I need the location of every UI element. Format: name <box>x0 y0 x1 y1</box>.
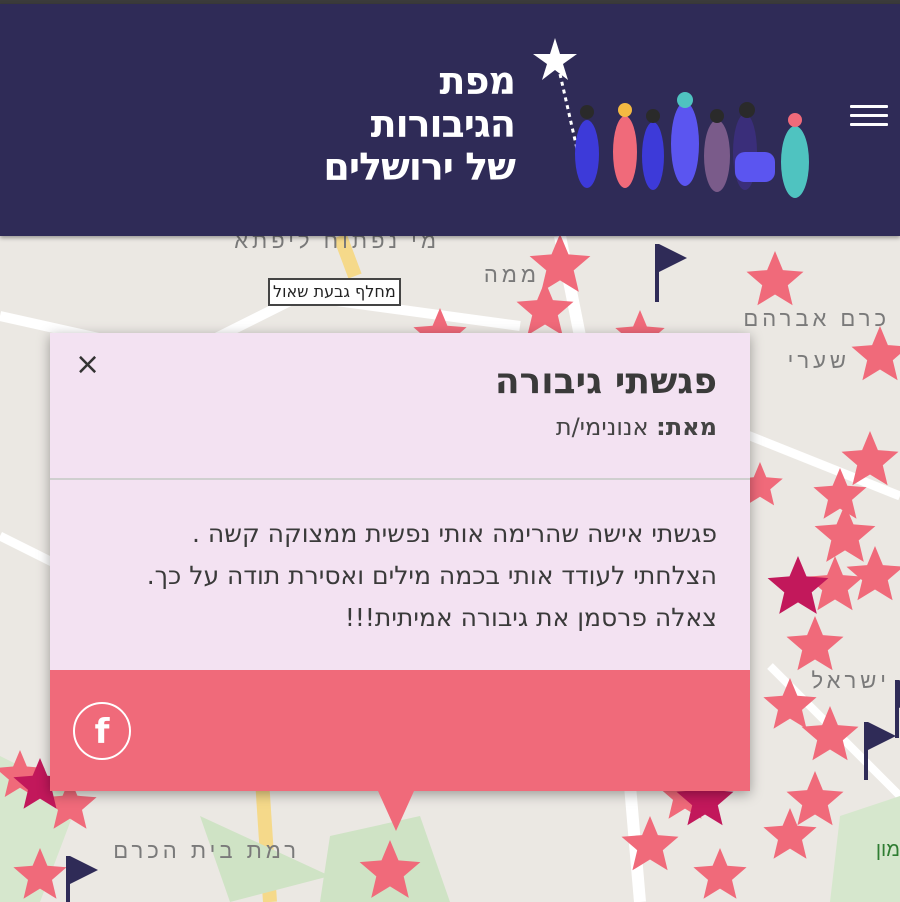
bus-stop-label[interactable]: מחלף גבעת שאול <box>268 278 401 306</box>
logo-line: של ירושלים <box>323 145 516 189</box>
close-icon[interactable]: × <box>75 349 100 381</box>
author-label: מאת: <box>656 413 717 441</box>
story-line: צאלה פרסמן את גיבורה אמיתית!!! <box>344 603 717 632</box>
map-label: מי נפתוח ליפתא <box>234 236 440 253</box>
map-label: כרם אברהם <box>743 306 890 331</box>
hamburger-menu-button[interactable] <box>850 105 888 137</box>
hamburger-icon-bar <box>850 105 888 108</box>
map-label: מון <box>876 839 900 861</box>
map-label: ממה <box>484 262 540 287</box>
popup-author: מאת: אנונימי/ת <box>556 413 717 441</box>
popup-title: פגשתי גיבורה <box>494 361 717 402</box>
logo-line: מפת <box>439 59 516 103</box>
hamburger-icon-bar <box>850 123 888 126</box>
divider <box>50 478 750 480</box>
popup-footer: f <box>50 670 750 791</box>
story-line: פגשתי אישה שהרימה אותי נפשית ממצוקה קשה … <box>192 519 717 548</box>
map-label: שערי <box>788 348 850 373</box>
map-label: רמת בית הכרם <box>113 838 300 863</box>
logo-illustration <box>533 38 809 198</box>
hamburger-icon-bar <box>850 114 888 117</box>
site-logo-text[interactable]: מפת הגיבורות של ירושלים <box>315 59 516 189</box>
logo-line: הגיבורות <box>370 102 516 146</box>
logo-star-icon <box>533 38 577 80</box>
story-line: הצלחתי לעודד אותי בכמה מילים ואסירת תודה… <box>146 561 717 590</box>
map-label: ישראל <box>811 668 890 693</box>
author-name: אנונימי/ת <box>555 413 649 441</box>
site-header: מפת הגיבורות של ירושלים <box>0 4 900 236</box>
facebook-share-icon[interactable]: f <box>73 702 131 760</box>
popup-body: פגשתי אישה שהרימה אותי נפשית ממצוקה קשה … <box>77 513 717 639</box>
story-popup: × פגשתי גיבורה מאת: אנונימי/ת פגשתי אישה… <box>50 333 750 791</box>
popup-pointer <box>378 791 414 831</box>
